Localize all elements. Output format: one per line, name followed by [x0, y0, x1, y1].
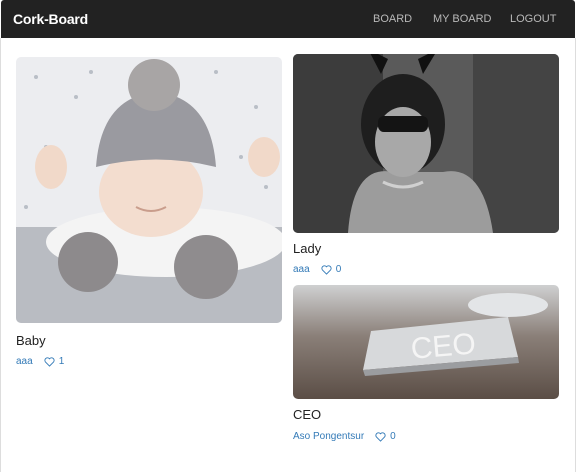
post-title[interactable]: Lady: [293, 241, 321, 256]
post-author-link[interactable]: aaa: [16, 356, 33, 367]
nav-link-board[interactable]: BOARD: [373, 13, 412, 25]
post-author-link[interactable]: Aso Pongentsur: [293, 431, 364, 442]
like-count: 0: [390, 431, 396, 442]
post-card-ceo: CEO CEO Aso Pongentsur 0: [293, 285, 559, 445]
baby-photo: [16, 57, 282, 323]
post-meta: aaa 1: [16, 356, 64, 367]
navbar: Cork-Board BOARD MY BOARD LOGOUT: [1, 0, 575, 38]
heart-outline-icon[interactable]: [321, 264, 332, 275]
post-meta: Aso Pongentsur 0: [293, 431, 396, 442]
post-author-link[interactable]: aaa: [293, 264, 310, 275]
post-meta: aaa 0: [293, 264, 341, 275]
like-count: 1: [58, 356, 65, 367]
post-title[interactable]: CEO: [293, 407, 321, 422]
brand-logo[interactable]: Cork-Board: [13, 11, 88, 27]
lady-photo: [293, 54, 559, 233]
ceo-photo: CEO: [293, 285, 559, 399]
heart-outline-icon[interactable]: [375, 431, 386, 442]
svg-text:CEO: CEO: [409, 327, 477, 366]
post-title[interactable]: Baby: [16, 333, 46, 348]
heart-outline-icon[interactable]: [44, 356, 55, 367]
post-image-baby[interactable]: [16, 57, 282, 323]
like-count: 0: [335, 264, 342, 275]
post-card-baby: Baby aaa 1: [16, 57, 282, 377]
post-card-lady: Lady aaa 0: [293, 54, 559, 279]
nav-link-my-board[interactable]: MY BOARD: [433, 13, 491, 25]
post-image-ceo[interactable]: CEO: [293, 285, 559, 399]
post-image-lady[interactable]: [293, 54, 559, 233]
nav-link-logout[interactable]: LOGOUT: [510, 13, 556, 25]
